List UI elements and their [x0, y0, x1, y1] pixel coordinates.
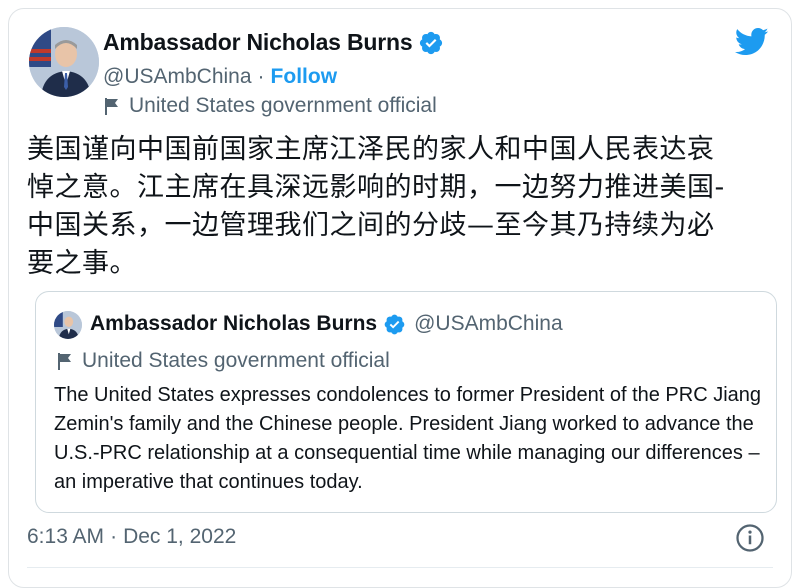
verified-badge-icon	[420, 31, 443, 54]
info-icon[interactable]	[735, 523, 765, 553]
quoted-name-row: Ambassador Nicholas Burns @USAmbChina	[90, 312, 563, 336]
quoted-government-label-text: United States government official	[82, 349, 390, 372]
flag-icon	[105, 98, 118, 115]
tweet-date[interactable]: Dec 1, 2022	[123, 525, 236, 549]
tweet-text: 美国谨向中国前国家主席江泽民的家人和中国人民表达哀 悼之意。江主席在具深远影响的…	[27, 134, 725, 279]
author-handle-row: @USAmbChina · Follow	[103, 65, 337, 89]
government-label-text[interactable]: United States government official	[129, 94, 437, 118]
tweet-card: Ambassador Nicholas Burns @USAmbChina · …	[8, 8, 792, 588]
quoted-avatar	[54, 311, 82, 339]
tweet-meta: 6:13 AM · Dec 1, 2022	[27, 525, 236, 549]
verified-badge-icon	[384, 314, 405, 334]
quoted-government-label: United States government official	[56, 349, 390, 373]
avatar[interactable]	[29, 27, 99, 97]
flag-icon	[58, 353, 71, 370]
author-name-row: Ambassador Nicholas Burns	[103, 29, 444, 56]
twitter-bird-icon[interactable]	[735, 27, 769, 57]
government-label: United States government official	[103, 94, 437, 118]
quoted-author-handle: @USAmbChina	[414, 312, 563, 335]
separator: ·	[257, 65, 265, 88]
author-handle[interactable]: @USAmbChina	[103, 65, 252, 89]
tweet-time[interactable]: 6:13 AM	[27, 525, 104, 549]
quoted-tweet-text: The United States expresses condolences …	[54, 384, 762, 493]
separator: ·	[110, 525, 118, 548]
author-name[interactable]: Ambassador Nicholas Burns	[103, 29, 413, 56]
quoted-tweet[interactable]: Ambassador Nicholas Burns @USAmbChina Un…	[35, 291, 777, 513]
quoted-author-name: Ambassador Nicholas Burns	[90, 312, 378, 335]
divider	[27, 567, 773, 568]
follow-button[interactable]: Follow	[271, 65, 338, 89]
